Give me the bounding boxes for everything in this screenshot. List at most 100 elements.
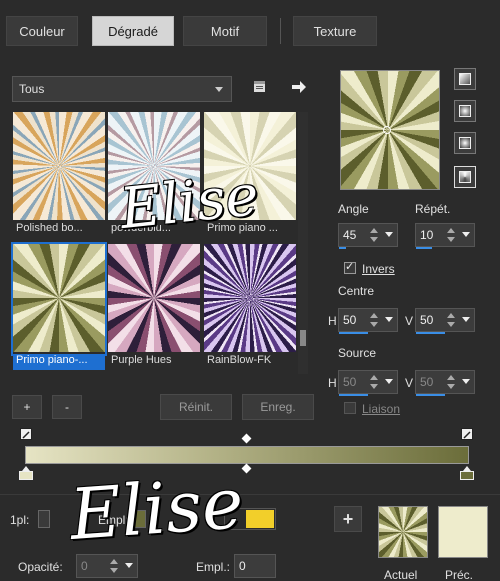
reset-button[interactable]: Réinit. bbox=[160, 394, 232, 420]
color-stop-left[interactable] bbox=[19, 466, 33, 480]
source-label: Source bbox=[338, 346, 377, 360]
opacity-stepper[interactable]: 0 bbox=[76, 554, 138, 578]
gradient-bar[interactable] bbox=[25, 446, 469, 464]
center-h-value: 50 bbox=[343, 313, 357, 327]
chevron-down-icon[interactable] bbox=[462, 232, 470, 237]
chevron-down-icon[interactable] bbox=[385, 317, 393, 322]
tab-motif[interactable]: Motif bbox=[183, 16, 267, 46]
center-h-level-bar bbox=[339, 332, 368, 334]
center-v-label: V bbox=[405, 314, 414, 328]
tab-texture[interactable]: Texture bbox=[293, 16, 377, 46]
stop-marker-top-left[interactable] bbox=[20, 428, 32, 440]
stop-marker-top-right[interactable] bbox=[461, 428, 473, 440]
category-dropdown[interactable]: Tous bbox=[12, 76, 232, 102]
add-stop-button[interactable]: + bbox=[334, 506, 362, 532]
opacity-value: 0 bbox=[81, 559, 88, 573]
location-label: Empl.: bbox=[196, 560, 231, 574]
color-stop-right[interactable] bbox=[460, 466, 474, 480]
source-v-value: 50 bbox=[420, 375, 434, 389]
chevron-down-icon[interactable] bbox=[125, 563, 133, 568]
gradient-thumb-label: Purple Hues bbox=[111, 354, 172, 366]
remove-gradient-button[interactable]: - bbox=[52, 395, 82, 419]
source-v-level-bar bbox=[416, 394, 445, 396]
chevron-down-icon[interactable] bbox=[385, 232, 393, 237]
chevron-down-icon[interactable] bbox=[462, 317, 470, 322]
previous-label: Préc. bbox=[445, 568, 474, 581]
sunburst-gradient-icon bbox=[459, 137, 471, 149]
chevron-down-icon[interactable] bbox=[385, 379, 393, 384]
location-input[interactable]: 0 bbox=[234, 554, 276, 578]
folder-icon[interactable] bbox=[252, 78, 268, 94]
gradient-preview bbox=[108, 244, 200, 352]
angle-level-bar bbox=[339, 247, 346, 249]
color-swatch-fill bbox=[246, 510, 274, 528]
center-h-stepper[interactable]: 50 bbox=[338, 308, 398, 334]
color-midpoint-handle[interactable] bbox=[241, 463, 252, 474]
current-label: Actuel bbox=[384, 568, 418, 581]
sunburst-style-button[interactable] bbox=[454, 132, 476, 154]
arrow-right-icon[interactable] bbox=[291, 80, 307, 94]
invert-checkbox[interactable] bbox=[344, 260, 356, 274]
stepper-arrows-icon[interactable] bbox=[369, 311, 379, 329]
linear-gradient-icon bbox=[459, 73, 471, 85]
previous-gradient-swatch[interactable] bbox=[438, 506, 488, 558]
opacity-midpoint-handle[interactable] bbox=[241, 433, 252, 444]
radial-style-button[interactable] bbox=[454, 166, 476, 188]
center-label: Centre bbox=[338, 284, 375, 298]
angle-value: 45 bbox=[343, 228, 357, 242]
opacity-label: Opacité: bbox=[18, 560, 63, 574]
rectangular-gradient-icon bbox=[459, 105, 471, 117]
tab-degrade[interactable]: Dégradé bbox=[92, 16, 174, 46]
source-h-level-bar bbox=[339, 394, 368, 396]
chevron-down-icon bbox=[215, 87, 223, 92]
chevron-down-icon[interactable] bbox=[462, 379, 470, 384]
stepper-arrows-icon[interactable] bbox=[369, 373, 379, 391]
angle-stepper[interactable]: 45 bbox=[338, 223, 398, 249]
angle-label: Angle bbox=[338, 202, 369, 216]
gradient-thumb[interactable]: Purple Hues bbox=[108, 244, 200, 366]
stop-label: 1pl: bbox=[10, 513, 30, 527]
save-button[interactable]: Enreg. bbox=[242, 394, 314, 420]
source-h-value: 50 bbox=[343, 375, 357, 389]
stepper-arrows-icon[interactable] bbox=[446, 373, 456, 391]
repeat-value: 10 bbox=[420, 228, 434, 242]
radial-gradient-icon bbox=[459, 171, 471, 183]
linear-style-button[interactable] bbox=[454, 68, 476, 90]
center-v-stepper[interactable]: 50 bbox=[415, 308, 475, 334]
gradient-thumb-label: Polished bo... bbox=[16, 222, 83, 234]
gradient-thumb[interactable]: RainBlow-FK bbox=[204, 244, 296, 366]
source-h-stepper[interactable]: 50 bbox=[338, 370, 398, 396]
current-gradient-swatch bbox=[378, 506, 428, 558]
gradient-preview bbox=[13, 244, 105, 352]
gallery-scrollbar-thumb[interactable] bbox=[300, 330, 306, 346]
category-dropdown-value: Tous bbox=[19, 82, 45, 96]
gradient-preview bbox=[204, 244, 296, 352]
gradient-preview-large bbox=[340, 70, 440, 190]
center-v-level-bar bbox=[416, 332, 445, 334]
stepper-arrows-icon[interactable] bbox=[109, 557, 119, 575]
stepper-arrows-icon[interactable] bbox=[446, 311, 456, 329]
add-gradient-button[interactable]: + bbox=[12, 395, 42, 419]
center-h-label: H bbox=[328, 314, 337, 328]
repeat-label: Répét. bbox=[415, 202, 451, 216]
center-marker-icon[interactable] bbox=[383, 126, 391, 134]
stepper-arrows-icon[interactable] bbox=[446, 226, 456, 244]
source-v-label: V bbox=[405, 376, 414, 390]
repeat-stepper[interactable]: 10 bbox=[415, 223, 475, 249]
tab-couleur[interactable]: Couleur bbox=[6, 16, 78, 46]
location-value: 0 bbox=[239, 559, 246, 573]
stepper-arrows-icon[interactable] bbox=[369, 226, 379, 244]
center-v-value: 50 bbox=[420, 313, 434, 327]
gradient-preview bbox=[13, 112, 105, 220]
rectangular-style-button[interactable] bbox=[454, 100, 476, 122]
link-checkbox[interactable] bbox=[344, 402, 356, 414]
gradient-thumb[interactable]: Polished bo... bbox=[13, 112, 105, 234]
gradient-gallery: Polished bo... powderblu... Primo piano … bbox=[10, 110, 310, 378]
gradient-thumb-selected[interactable]: Primo piano-... bbox=[11, 242, 107, 370]
gradient-thumb-label: Primo piano-... bbox=[13, 354, 105, 370]
source-v-stepper[interactable]: 50 bbox=[415, 370, 475, 396]
link-label: Liaison bbox=[362, 402, 401, 416]
tab-separator bbox=[280, 18, 281, 44]
watermark-logo: Elise bbox=[67, 462, 246, 556]
stop-color-swatch[interactable] bbox=[38, 510, 50, 528]
